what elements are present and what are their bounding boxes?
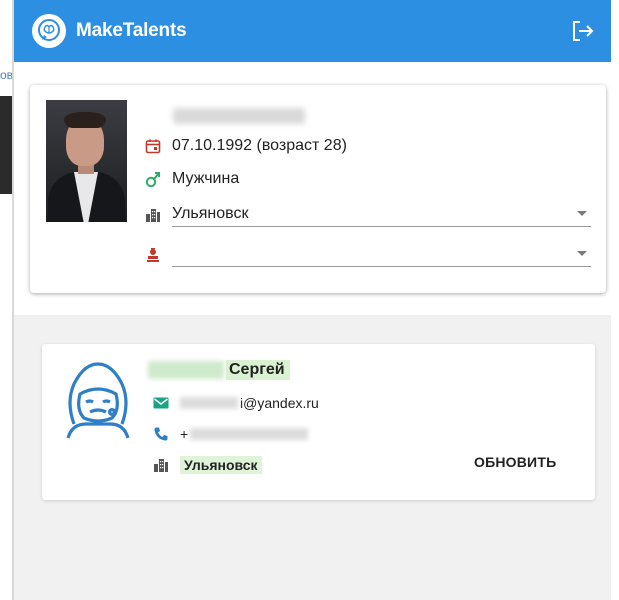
gender-text: Мужчина <box>172 170 240 187</box>
male-symbol-icon <box>143 169 163 189</box>
phone-redacted <box>190 428 309 440</box>
birth-date-text: 07.10.1992 (возраст 28) <box>172 137 347 154</box>
contact-email-row: i @yandex.ru <box>152 394 319 412</box>
email-suffix: @yandex.ru <box>243 395 319 411</box>
contact-card: Сергей i @yandex.ru + Ульяновск ОБНОВИТЬ <box>42 344 595 500</box>
contact-city-row: Ульяновск <box>152 456 262 474</box>
phone-prefix: + <box>180 426 189 442</box>
app-header: MakeTalents <box>14 0 611 62</box>
contact-city: Ульяновск <box>180 456 262 474</box>
extra-field[interactable] <box>172 242 591 267</box>
city-buildings-icon <box>152 456 170 474</box>
calendar-icon <box>143 136 163 156</box>
contact-phone-row: + <box>152 425 309 443</box>
logout-icon[interactable] <box>571 20 595 42</box>
profile-card: 07.10.1992 (возраст 28) Мужчина Ульяновс… <box>30 85 606 293</box>
contact-name: Сергей <box>148 360 290 380</box>
background-page-strip: ов <box>0 0 13 600</box>
gender-row: Мужчина <box>143 169 239 189</box>
chevron-down-icon[interactable] <box>577 251 587 256</box>
profile-photo <box>46 100 127 222</box>
city-field[interactable]: Ульяновск <box>172 202 591 227</box>
city-buildings-icon <box>143 205 163 225</box>
city-value: Ульяновск <box>172 205 249 222</box>
profile-name-redacted <box>173 108 305 124</box>
birth-date-row: 07.10.1992 (возраст 28) <box>143 136 347 156</box>
astronaut-icon <box>60 358 136 442</box>
city-select[interactable]: Ульяновск <box>143 202 591 227</box>
background-dark-block <box>0 96 12 194</box>
contact-first-name: Сергей <box>226 360 290 380</box>
person-badge-icon <box>143 245 163 265</box>
refresh-button[interactable]: ОБНОВИТЬ <box>470 451 560 473</box>
app-brand-name: MakeTalents <box>76 20 187 41</box>
phone-icon <box>152 425 170 443</box>
email-redacted <box>180 397 238 409</box>
contact-lastname-redacted <box>148 361 224 379</box>
brain-bubble-icon <box>32 14 66 48</box>
extra-select[interactable] <box>143 242 591 267</box>
chevron-down-icon[interactable] <box>577 211 587 216</box>
mail-icon <box>152 394 170 412</box>
